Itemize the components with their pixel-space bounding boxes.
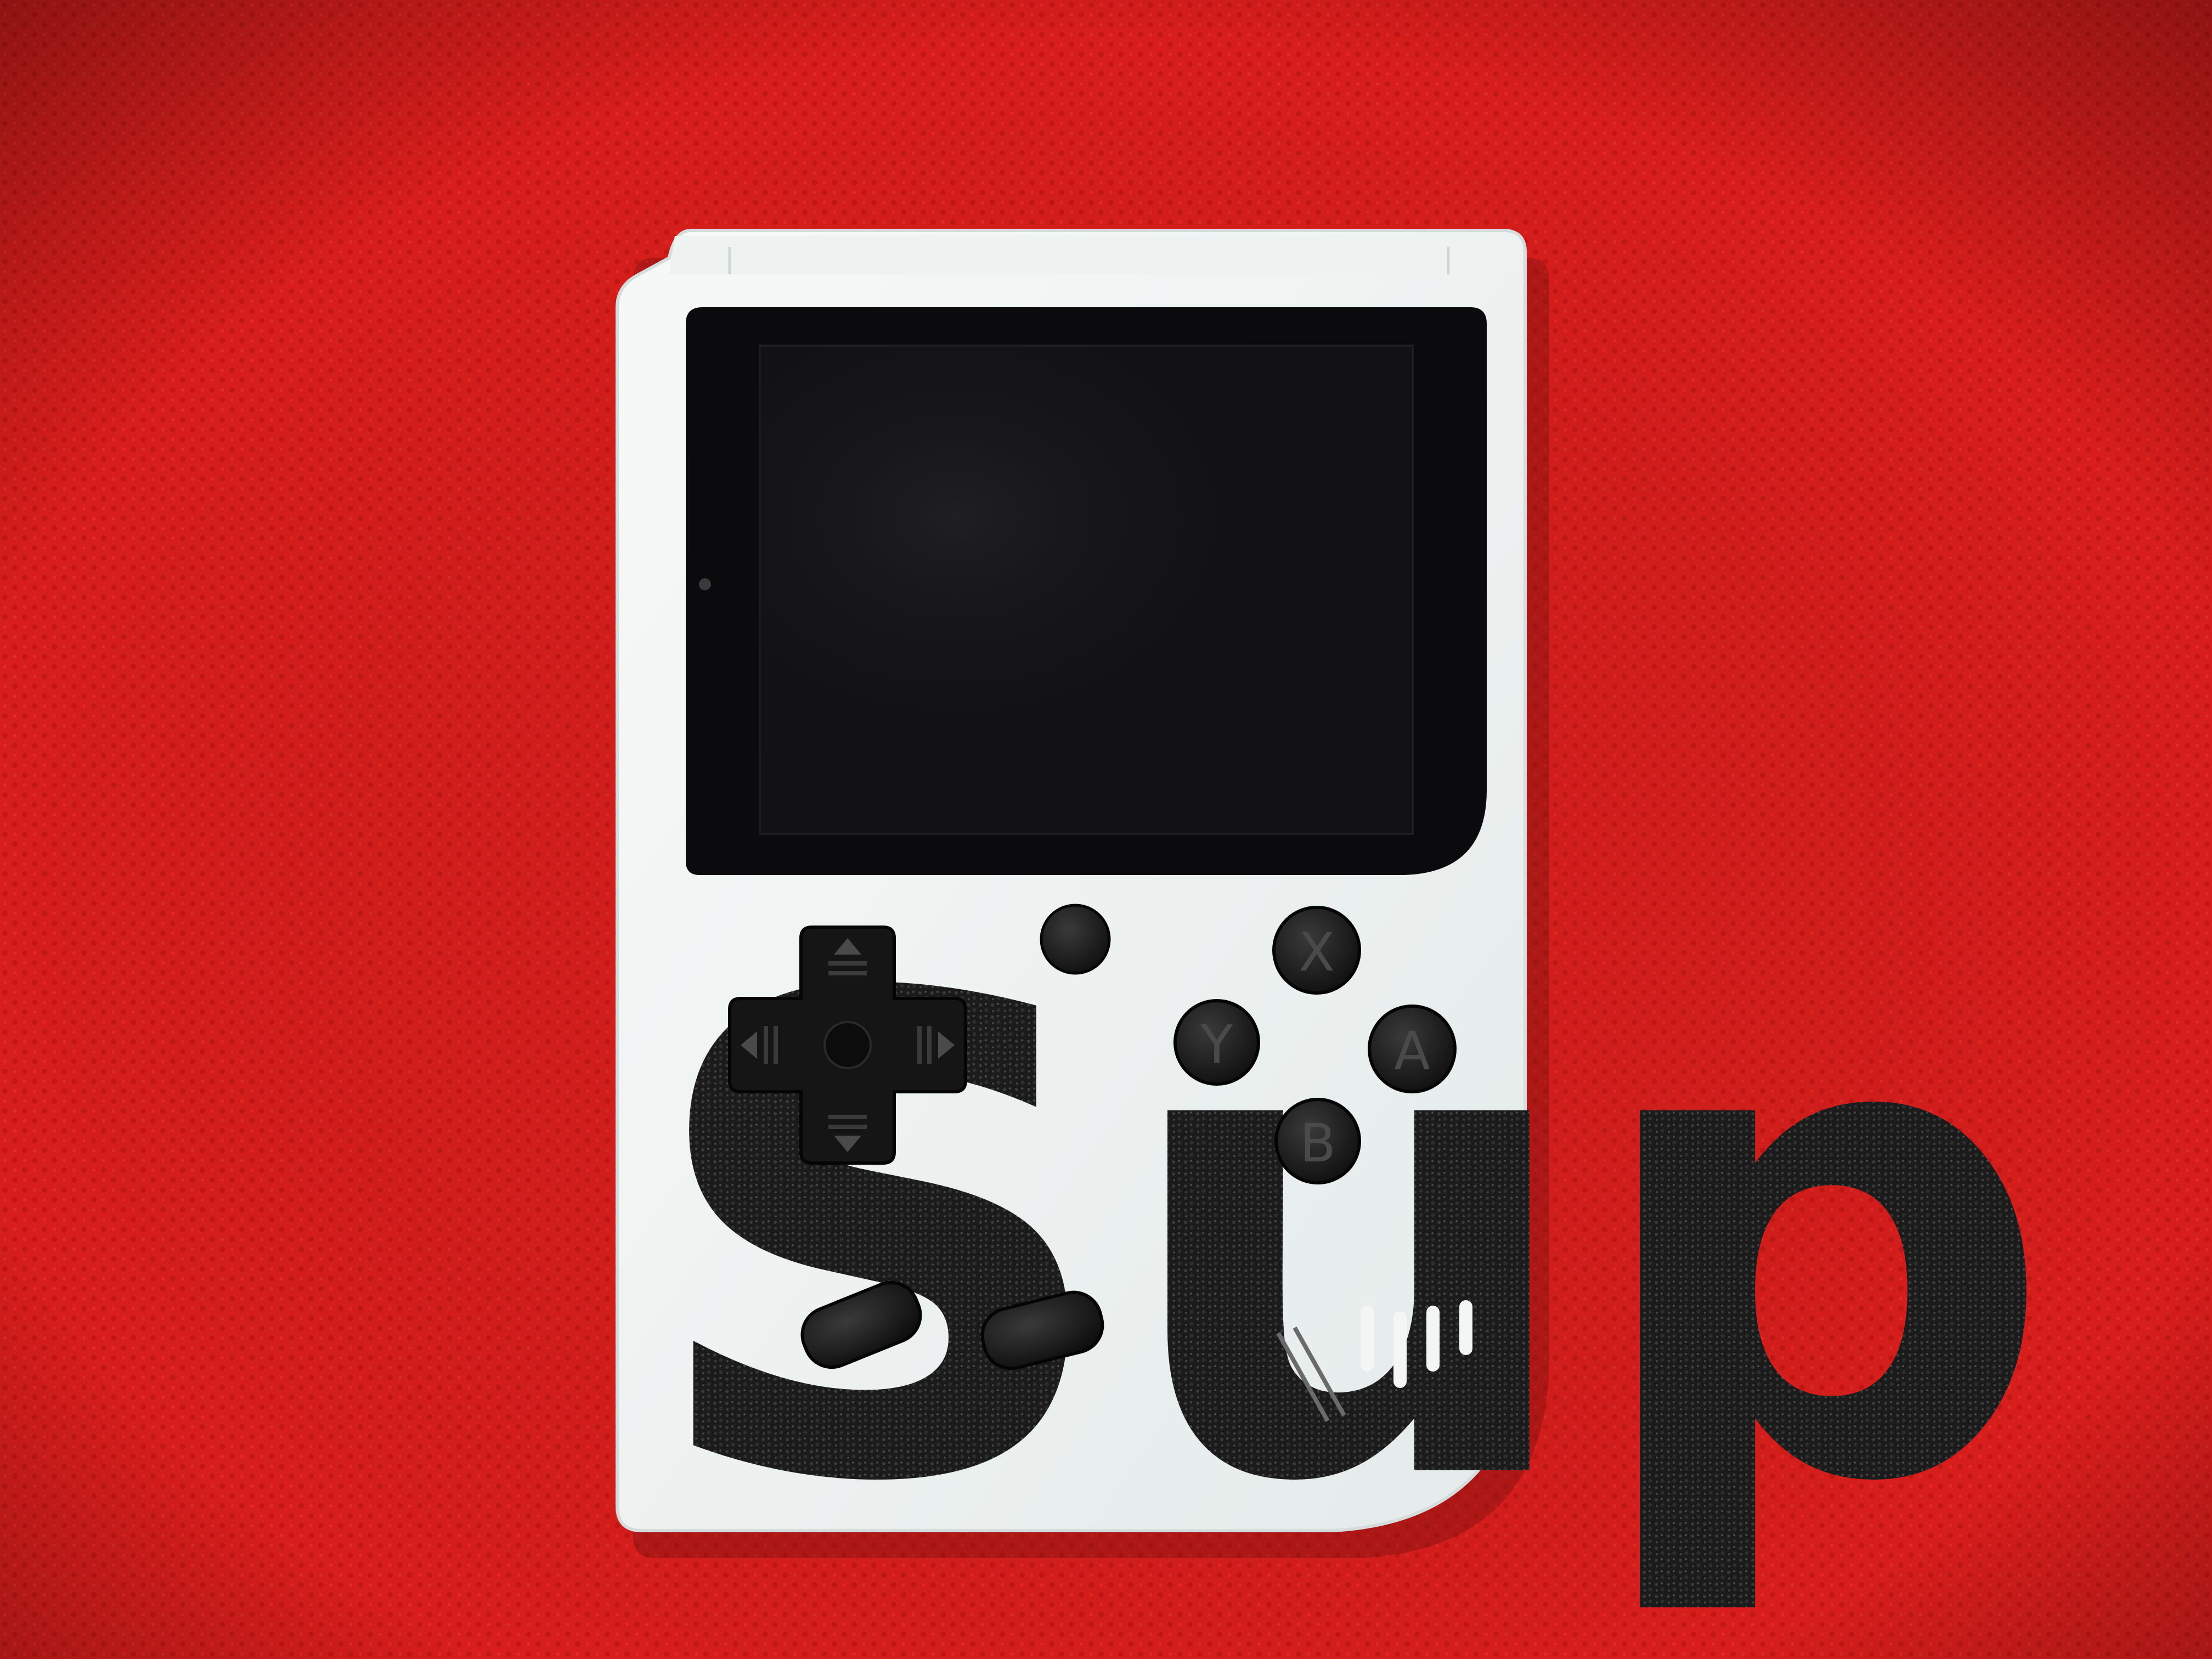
dpad-left-ridge xyxy=(774,1026,778,1064)
button-x-label: X xyxy=(1299,922,1335,983)
dpad-right-ridge xyxy=(917,1026,922,1064)
button-x[interactable]: X xyxy=(1272,906,1361,995)
button-b[interactable]: B xyxy=(1274,1098,1361,1184)
button-y-label: Y xyxy=(1200,1014,1233,1075)
button-b-label: B xyxy=(1300,1113,1336,1174)
dpad-down-ridge xyxy=(828,1125,867,1129)
photo-scene: Sup X Y A B xyxy=(0,0,2212,1659)
shell-top-ridge xyxy=(669,236,1509,274)
screen-glare xyxy=(760,346,1413,834)
dpad-down-ridge xyxy=(828,1115,867,1119)
dpad-left-ridge xyxy=(764,1026,768,1064)
dpad-up-ridge xyxy=(828,971,867,975)
button-a-label: A xyxy=(1394,1020,1430,1082)
dpad-center-icon xyxy=(823,1021,872,1069)
power-led xyxy=(699,578,711,590)
dpad-up-ridge xyxy=(828,961,867,966)
dpad-right-ridge xyxy=(927,1026,932,1064)
start-button[interactable] xyxy=(1040,904,1111,975)
button-y[interactable]: Y xyxy=(1173,999,1260,1086)
button-a[interactable]: A xyxy=(1368,1005,1457,1093)
